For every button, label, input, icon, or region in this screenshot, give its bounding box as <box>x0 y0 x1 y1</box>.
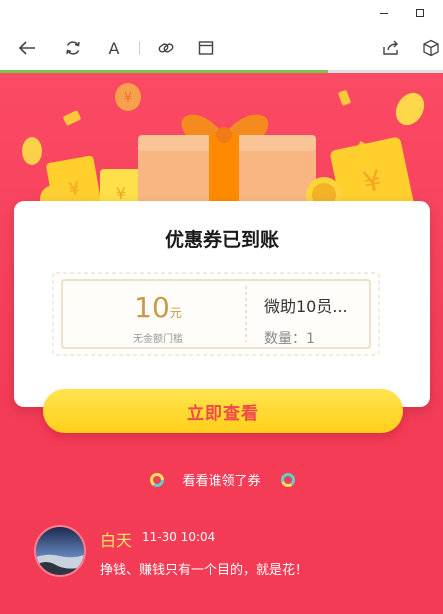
ring-decoration-icon <box>281 473 295 487</box>
svg-text:¥: ¥ <box>124 91 132 106</box>
back-arrow-icon[interactable] <box>17 38 37 58</box>
window-icon[interactable] <box>196 38 216 58</box>
coupon-name: 微助10员... <box>264 297 348 316</box>
comment-item: 白天 11-30 10:04 挣钱、赚钱只有一个目的，就是花！ <box>34 525 434 585</box>
coupon-condition: 无金额门槛 <box>133 334 183 345</box>
comment-text: 挣钱、赚钱只有一个目的，就是花！ <box>100 563 309 578</box>
card-title: 优惠券已到账 <box>164 229 279 251</box>
font-icon[interactable]: A <box>104 38 124 58</box>
coupon-quantity: 数量：1 <box>264 331 315 347</box>
coupon-amount-unit: 元 <box>169 306 182 320</box>
maximize-icon[interactable] <box>407 2 433 24</box>
page-content: ¥ ¥ ¥ ¥ 优惠券已到账 10元 无金额门槛 微助10员... 数量：1 立… <box>0 73 443 614</box>
minimize-icon[interactable] <box>371 2 397 24</box>
avatar[interactable] <box>34 525 86 577</box>
who-got-coupon-link[interactable]: 看看谁领了券 <box>0 468 443 492</box>
refresh-icon[interactable] <box>63 38 83 58</box>
browser-toolbar: A <box>0 26 443 70</box>
who-got-coupon-label: 看看谁领了券 <box>182 474 261 489</box>
title-bar <box>0 0 443 26</box>
coupon-amount: 10元 <box>74 291 242 324</box>
cube-icon[interactable] <box>421 38 441 58</box>
link-icon[interactable] <box>156 38 176 58</box>
comment-user-name[interactable]: 白天 <box>100 527 132 551</box>
share-icon[interactable] <box>381 38 401 58</box>
view-now-button[interactable]: 立即查看 <box>43 389 403 433</box>
coupon-amount-value: 10 <box>134 291 170 324</box>
toolbar-separator <box>139 41 140 55</box>
comment-timestamp: 11-30 10:04 <box>142 530 216 544</box>
